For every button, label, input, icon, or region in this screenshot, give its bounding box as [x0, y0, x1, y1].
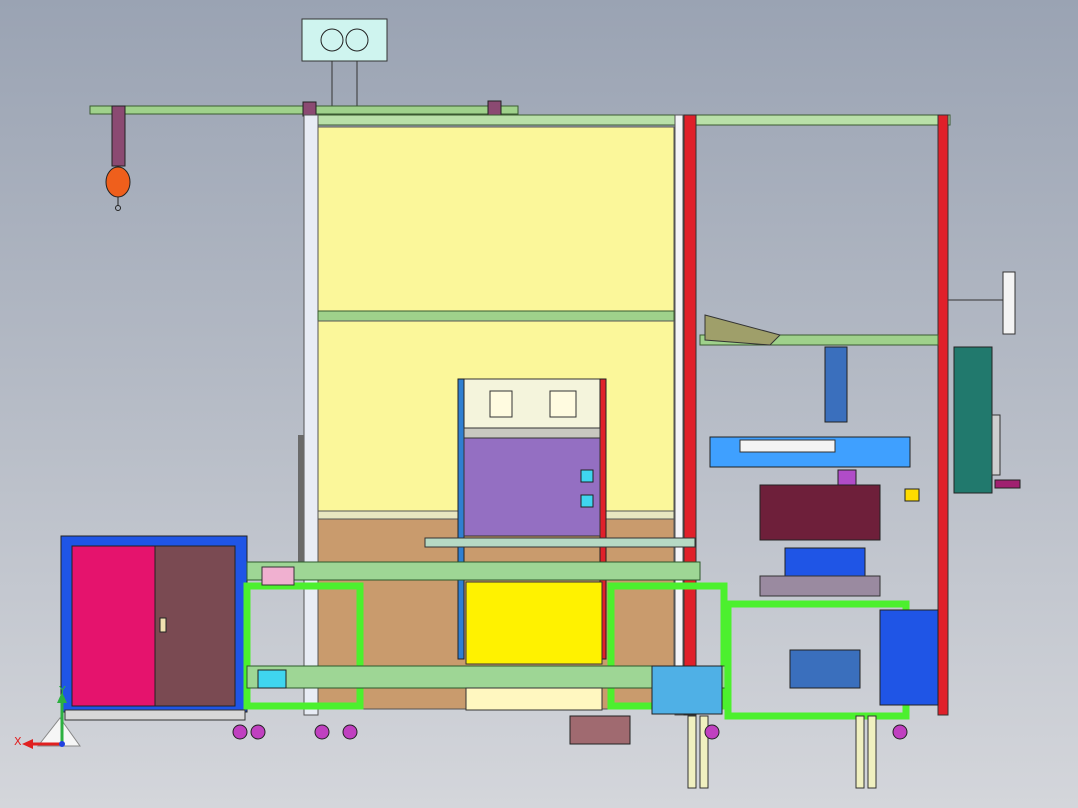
frame-left-upright	[303, 114, 319, 716]
overhead-rail	[89, 100, 519, 117]
center-upright-red	[683, 114, 697, 716]
left-cabinet	[60, 535, 248, 721]
center-upright-white	[674, 114, 684, 716]
right-upright-red	[937, 114, 949, 716]
mid-divider-beam	[317, 310, 675, 322]
upper-yellow-panel	[317, 126, 675, 312]
casters-and-legs	[232, 715, 908, 789]
hoist-control-box	[301, 18, 388, 110]
frame-left-bracket	[298, 435, 304, 575]
side-teal-cabinet	[948, 271, 1021, 494]
hoist-hook	[105, 105, 131, 211]
conveyor-rail	[424, 537, 696, 548]
frame-top-beam	[303, 114, 951, 126]
x-axis-label: X	[14, 735, 22, 748]
cad-machine-drawing: X Y	[14, 18, 1021, 789]
y-axis-label: Y	[58, 684, 66, 697]
